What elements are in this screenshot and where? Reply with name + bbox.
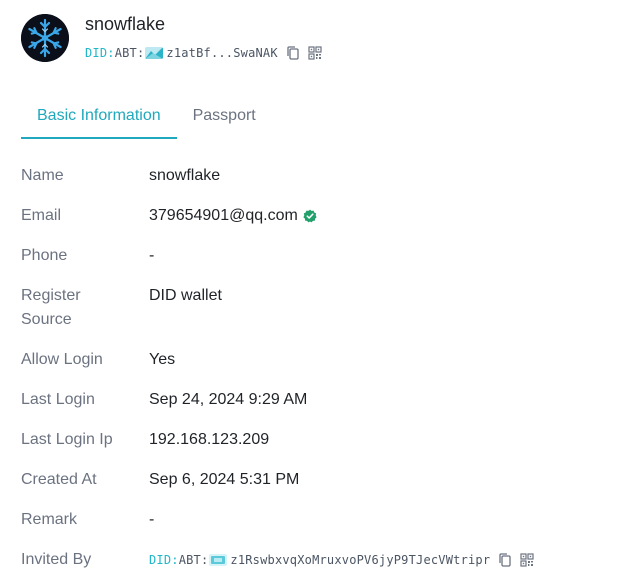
email-value: 379654901@qq.com (149, 207, 298, 224)
copy-icon[interactable] (498, 553, 512, 567)
profile-did: DID: ABT: z1atBf...SwaNAK (85, 46, 322, 60)
field-value: DID wallet (149, 287, 222, 304)
field-row-name: Name snowflake (21, 164, 601, 188)
avatar (21, 14, 69, 62)
field-label: Invited By (21, 551, 92, 568)
copy-icon[interactable] (286, 46, 300, 60)
invited-by-did: DID: ABT: z1RswbxvqXoMruxvoPV6jyP9TJecVW… (149, 548, 534, 572)
field-row-register-source: Register Source DID wallet (21, 284, 601, 332)
field-row-invited-by: Invited By DID: ABT: z1RswbxvqXoMruxvoPV… (21, 548, 601, 572)
field-value: 379654901@qq.com (149, 204, 317, 228)
field-label: Last Login (21, 391, 95, 408)
did-address: z1RswbxvqXoMruxvoPV6jyP9TJecVWtripr (230, 553, 491, 567)
tab-passport[interactable]: Passport (177, 96, 272, 138)
did-prefix: DID: (85, 46, 115, 60)
qr-code-icon[interactable] (520, 553, 534, 567)
field-row-last-login: Last Login Sep 24, 2024 9:29 AM (21, 388, 601, 412)
verified-check-icon (303, 209, 317, 223)
field-row-last-login-ip: Last Login Ip 192.168.123.209 (21, 428, 601, 452)
field-value: 192.168.123.209 (149, 431, 270, 448)
did-identicon (209, 554, 228, 566)
profile-name: snowflake (85, 14, 166, 34)
did-identicon (145, 47, 164, 59)
field-label: Email (21, 207, 62, 224)
field-value: Yes (149, 351, 176, 368)
field-value: snowflake (149, 167, 221, 184)
profile-header: snowflake DID: ABT: z1atBf...SwaNAK (21, 14, 322, 62)
field-label: Last Login Ip (21, 431, 113, 448)
did-abt: ABT: (114, 46, 145, 60)
field-label: Created At (21, 471, 97, 488)
field-row-remark: Remark - (21, 508, 601, 532)
field-row-phone: Phone - (21, 244, 601, 268)
field-label: Register Source (21, 287, 81, 328)
qr-code-icon[interactable] (308, 46, 322, 60)
field-value: Sep 24, 2024 9:29 AM (149, 391, 308, 408)
field-value: - (149, 247, 155, 264)
did-abt: ABT: (178, 553, 209, 567)
snowflake-avatar-icon (21, 14, 69, 62)
field-label: Remark (21, 511, 78, 528)
field-label: Name (21, 167, 64, 184)
field-row-email: Email 379654901@qq.com (21, 204, 601, 228)
field-label: Phone (21, 247, 68, 264)
did-address: z1atBf...SwaNAK (166, 46, 278, 60)
tab-bar: Basic Information Passport (21, 96, 272, 139)
field-value: Sep 6, 2024 5:31 PM (149, 471, 300, 488)
tab-basic-information[interactable]: Basic Information (21, 96, 177, 139)
did-prefix: DID: (149, 553, 179, 567)
field-label: Allow Login (21, 351, 103, 368)
field-row-allow-login: Allow Login Yes (21, 348, 601, 372)
field-value: - (149, 511, 155, 528)
field-row-created-at: Created At Sep 6, 2024 5:31 PM (21, 468, 601, 492)
basic-information-panel: Name snowflake Email 379654901@qq.com Ph… (21, 164, 601, 588)
